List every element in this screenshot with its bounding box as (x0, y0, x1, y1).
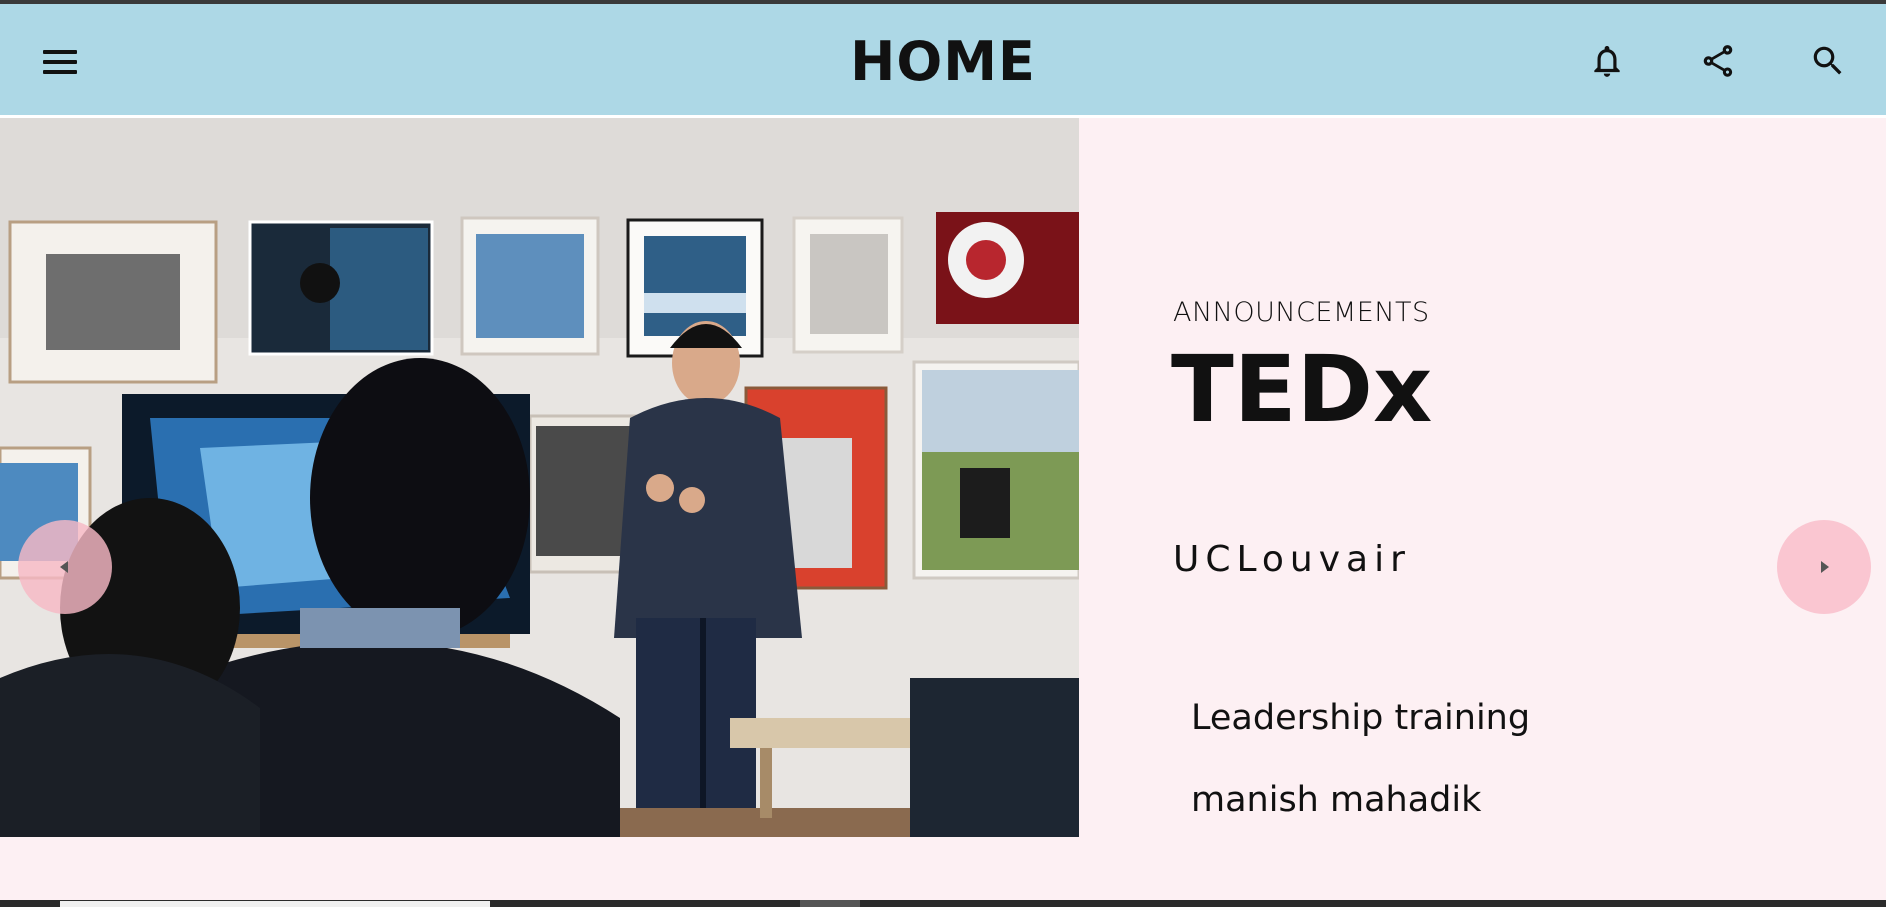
slide-headline: TEDx (1171, 336, 1433, 443)
announcement-item[interactable]: Leadership training (1191, 696, 1530, 740)
caret-left-icon (60, 561, 68, 573)
carousel-prev-button[interactable] (18, 520, 112, 614)
app-header: HOME (0, 4, 1886, 115)
announcement-item[interactable]: manish mahadik (1191, 778, 1481, 822)
horizontal-scrollbar[interactable] (60, 901, 490, 907)
share-icon[interactable] (1699, 42, 1737, 80)
caret-right-icon (1821, 561, 1829, 573)
section-eyebrow: ANNOUNCEMENTS (1173, 297, 1430, 328)
organization-name: UCLouvair (1173, 539, 1411, 580)
scrollbar-thumb[interactable] (800, 900, 860, 907)
slide-photo (0, 118, 1079, 837)
bell-icon[interactable] (1588, 42, 1626, 80)
carousel-next-button[interactable] (1777, 520, 1871, 614)
search-icon[interactable] (1809, 42, 1847, 80)
